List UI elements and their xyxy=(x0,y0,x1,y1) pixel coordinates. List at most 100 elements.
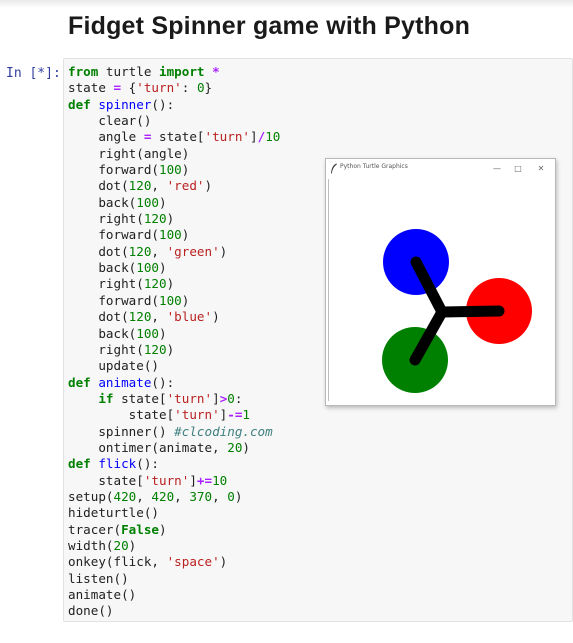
code-token: tracer( xyxy=(68,521,122,537)
code-token: clear() xyxy=(68,113,152,129)
code-token: state[ xyxy=(68,472,144,488)
code-token: ) xyxy=(219,243,228,259)
code-token: ontimer(animate, xyxy=(68,439,228,455)
code-token: 'turn' xyxy=(204,129,251,145)
window-titlebar[interactable]: Python Turtle Graphics — □ ✕ xyxy=(326,159,555,178)
code-token: , xyxy=(174,488,190,504)
code-token: 'turn' xyxy=(166,390,213,406)
code-token: flick xyxy=(98,456,137,472)
code-token: 'blue' xyxy=(166,309,213,325)
code-token: hideturtle() xyxy=(68,505,159,521)
code-token: 10 xyxy=(212,472,228,488)
code-line: state['turn']-=1 xyxy=(68,407,280,423)
code-line: done() xyxy=(68,603,280,619)
code-token: 100 xyxy=(136,260,159,276)
code-token: listen() xyxy=(68,570,129,586)
code-token: state xyxy=(68,80,114,96)
code-token: 'green' xyxy=(166,243,220,259)
code-token: (): xyxy=(151,96,175,112)
code-token: 0 xyxy=(196,80,205,96)
code-token: 370 xyxy=(189,488,213,504)
top-divider xyxy=(0,0,573,8)
code-token: 1 xyxy=(242,407,251,423)
code-line: right(120) xyxy=(68,276,280,292)
code-token: state[ xyxy=(151,129,205,145)
code-token: (): xyxy=(136,456,160,472)
code-token: #clcoding.com xyxy=(174,423,273,439)
code-line: dot(120, 'green') xyxy=(68,244,280,260)
code-token: ) xyxy=(166,276,175,292)
code-line: back(100) xyxy=(68,195,280,211)
code-token: state[ xyxy=(68,407,175,423)
code-token: } xyxy=(204,80,213,96)
code-token: state[ xyxy=(113,390,167,406)
code-line: def animate(): xyxy=(68,375,280,391)
minimize-icon: — xyxy=(493,163,501,173)
code-token: forward( xyxy=(68,292,159,308)
code-line: state = {'turn': 0} xyxy=(68,80,280,96)
code-token: right(angle) xyxy=(68,145,190,161)
code-token: 'red' xyxy=(166,178,205,194)
close-button[interactable]: ✕ xyxy=(534,161,548,175)
code-line: update() xyxy=(68,358,280,374)
code-line: forward(100) xyxy=(68,293,280,309)
code-token: = xyxy=(113,80,122,96)
code-line: animate() xyxy=(68,587,280,603)
code-token: ) xyxy=(219,554,228,570)
minimize-button[interactable]: — xyxy=(490,161,504,175)
code-line: dot(120, 'blue') xyxy=(68,309,280,325)
code-token: import xyxy=(159,64,205,79)
code-token: 'turn' xyxy=(143,472,190,488)
code-token: right( xyxy=(68,341,144,357)
code-token: back( xyxy=(68,325,137,341)
code-token: , xyxy=(151,178,167,194)
code-token: back( xyxy=(68,194,137,210)
code-token: spinner xyxy=(98,96,152,112)
code-token: 120 xyxy=(143,276,167,292)
code-token: 'turn' xyxy=(136,80,182,96)
code-token: from xyxy=(68,64,99,79)
code-line: def spinner(): xyxy=(68,97,280,113)
code-token: right( xyxy=(68,276,144,292)
code-line: width(20) xyxy=(68,538,280,554)
turtle-graphics-window[interactable]: Python Turtle Graphics — □ ✕ xyxy=(325,158,556,406)
code-line: listen() xyxy=(68,571,280,587)
feather-icon xyxy=(331,163,337,174)
code-token: ) xyxy=(159,325,167,341)
code-token: dot( xyxy=(68,243,129,259)
code-token: 420 xyxy=(113,488,137,504)
code-token: update() xyxy=(68,358,159,374)
code-token: ) xyxy=(212,309,220,325)
cell-prompt: In [*]: xyxy=(6,66,61,81)
code-editor[interactable]: from turtle import * state = {'turn': 0} d… xyxy=(68,64,280,620)
code-token: 100 xyxy=(159,162,182,178)
code-line: if state['turn']>0: xyxy=(68,391,280,407)
code-token: ) xyxy=(234,488,243,504)
code-token: animate xyxy=(98,374,152,390)
code-token: += xyxy=(196,472,213,488)
code-line: angle = state['turn']/10 xyxy=(68,129,280,145)
code-token: 120 xyxy=(128,243,152,259)
code-token: def xyxy=(68,456,91,472)
code-token: right( xyxy=(68,211,144,227)
code-token: ) xyxy=(242,439,250,455)
code-line: right(120) xyxy=(68,211,280,227)
code-token: ) xyxy=(128,537,137,553)
code-token: 100 xyxy=(159,227,182,243)
code-token: * xyxy=(212,64,220,79)
code-token: , xyxy=(151,309,167,325)
code-token: ) xyxy=(159,260,167,276)
spinner-arms xyxy=(409,256,505,366)
code-line: right(angle) xyxy=(68,146,280,162)
code-token: turtle xyxy=(98,64,160,79)
maximize-button[interactable]: □ xyxy=(511,161,525,175)
code-token: ) xyxy=(181,227,190,243)
spinner-arm-red xyxy=(436,305,505,318)
code-token: done() xyxy=(68,603,114,619)
code-token: 120 xyxy=(128,309,152,325)
turtle-canvas[interactable] xyxy=(328,179,553,401)
code-token: , xyxy=(136,488,152,504)
code-token: forward( xyxy=(68,162,159,178)
page-title: Fidget Spinner game with Python xyxy=(68,12,471,40)
code-token: ) xyxy=(159,194,167,210)
